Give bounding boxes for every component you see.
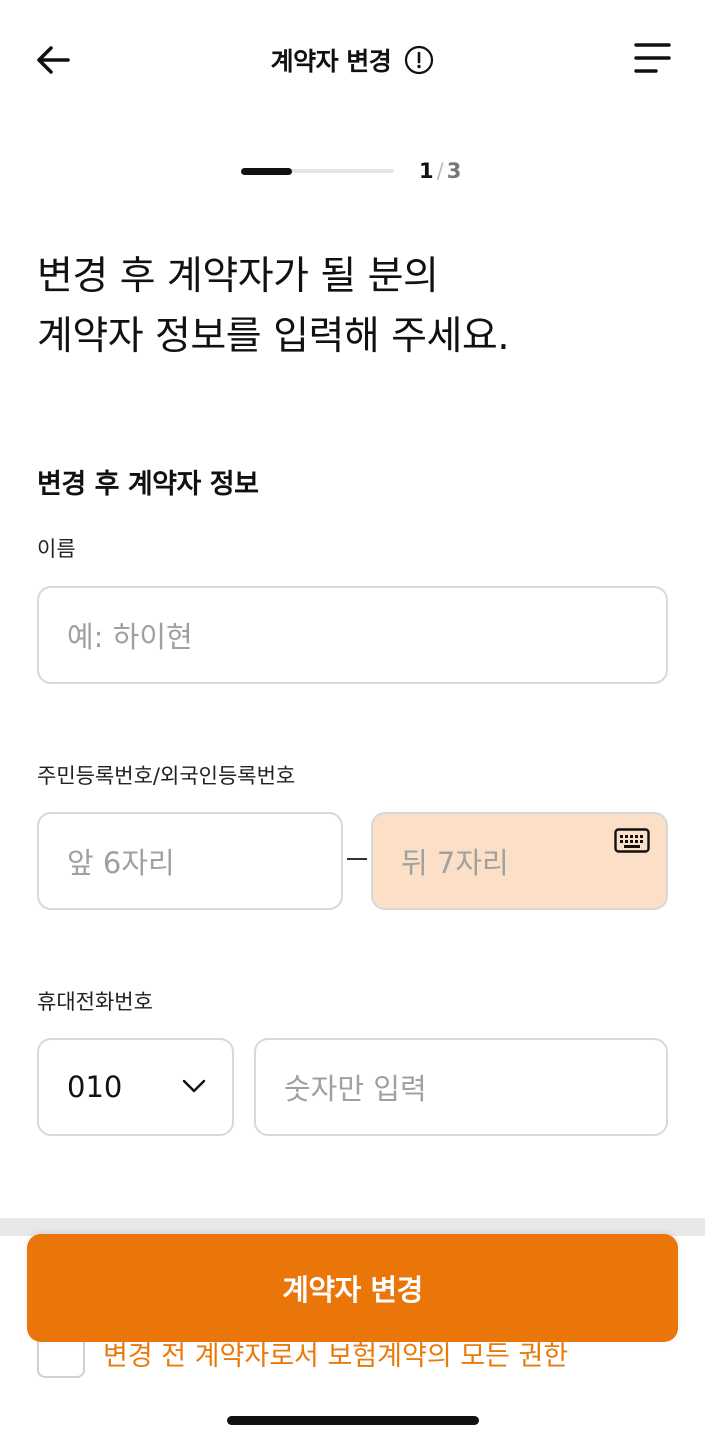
name-label: 이름 (37, 537, 76, 561)
chevron-down-icon (182, 1079, 206, 1093)
exclamation-circle-icon[interactable] (404, 45, 434, 75)
phone-label: 휴대전화번호 (37, 990, 153, 1014)
progress-total-steps: 3 (446, 159, 462, 183)
rrn-back-placeholder: 뒤 7자리 (401, 846, 509, 880)
progress-separator: / (436, 159, 444, 183)
rrn-dash-separator (347, 858, 367, 860)
rrn-front-placeholder: 앞 6자리 (67, 846, 175, 880)
progress-indicator: 1/3 (419, 159, 461, 183)
rrn-back-input[interactable]: 뒤 7자리 (371, 812, 668, 910)
progress-current-step: 1 (419, 159, 434, 183)
page-headline: 변경 후 계약자가 될 분의 계약자 정보를 입력해 주세요. (37, 247, 510, 367)
header-bar: 계약자 변경 (0, 0, 705, 120)
name-input-placeholder: 예: 하이현 (67, 620, 193, 654)
headline-line-1: 변경 후 계약자가 될 분의 (37, 254, 439, 299)
change-contractor-button[interactable]: 계약자 변경 (27, 1234, 678, 1342)
menu-icon (634, 43, 671, 73)
phone-number-input[interactable]: 숫자만 입력 (254, 1038, 668, 1136)
rrn-front-input[interactable]: 앞 6자리 (37, 812, 343, 910)
menu-button[interactable] (632, 40, 674, 78)
headline-line-2: 계약자 정보를 입력해 주세요. (37, 314, 510, 359)
phone-number-placeholder: 숫자만 입력 (284, 1072, 427, 1106)
header-title-group: 계약자 변경 (0, 42, 705, 78)
rrn-label: 주민등록번호/외국인등록번호 (37, 764, 296, 788)
home-indicator[interactable] (227, 1416, 479, 1425)
phone-prefix-value: 010 (67, 1070, 123, 1104)
name-input[interactable]: 예: 하이현 (37, 586, 668, 684)
keyboard-icon[interactable] (614, 828, 650, 854)
section-title: 변경 후 계약자 정보 (37, 469, 259, 500)
progress-bar (241, 168, 394, 175)
page-title: 계약자 변경 (270, 47, 392, 76)
progress-bar-fill (241, 168, 292, 175)
phone-prefix-select[interactable]: 010 (37, 1038, 234, 1136)
